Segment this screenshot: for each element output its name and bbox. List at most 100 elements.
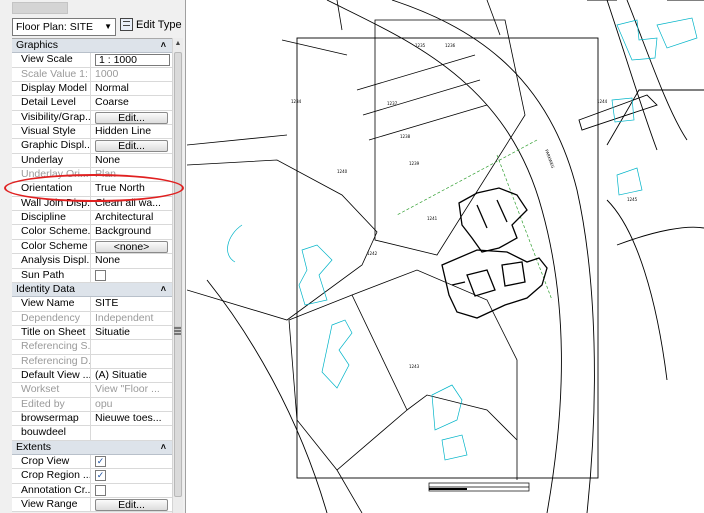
property-label: View Name <box>12 297 91 311</box>
property-label: Underlay <box>12 153 91 168</box>
property-label: Crop View <box>12 454 91 469</box>
property-value[interactable]: Edit... <box>92 139 172 153</box>
group-header-graphics[interactable]: Graphics ˄ <box>12 39 172 54</box>
grip-icon: ▬ ▬ ▬ <box>174 324 181 337</box>
edit-type-button[interactable]: Edit Type <box>120 18 182 36</box>
property-label: Detail Level <box>12 96 91 110</box>
property-value[interactable]: SITE <box>92 297 172 310</box>
property-label: Edited by <box>12 397 91 411</box>
property-value[interactable]: Edit... <box>92 111 172 124</box>
property-label: Title on Sheet <box>12 325 91 340</box>
collapse-chevron-icon[interactable]: ˄ <box>161 39 166 52</box>
crop-view-checkbox[interactable]: ✓ <box>95 455 106 467</box>
svg-text:1236: 1236 <box>445 43 456 48</box>
property-row-wall-join-disp: Wall Join Disp... Clean all wa... <box>12 196 172 212</box>
property-label: View Scale <box>12 53 91 67</box>
property-label: Scale Value 1: <box>12 67 91 82</box>
type-selector-value: Floor Plan: SITE <box>16 21 94 33</box>
property-value[interactable]: <none> <box>92 240 172 253</box>
property-row-color-scheme: Color Scheme... Background <box>12 225 172 240</box>
property-value[interactable]: Edit... <box>92 498 172 511</box>
color-scheme-button[interactable]: <none> <box>95 240 168 253</box>
properties-grid: Graphics ˄ View Scale 1 : 1000 Scale Value 1… <box>12 38 172 513</box>
property-row-referencing-d: Referencing D... <box>12 354 172 369</box>
property-value[interactable] <box>92 426 172 439</box>
group-header-identity-data[interactable]: Identity Data ˄ <box>12 282 172 298</box>
type-selector-dropdown[interactable]: Floor Plan: SITE ▼ <box>12 18 116 36</box>
svg-text:1240: 1240 <box>337 169 348 174</box>
property-row-view-name: View Name SITE <box>12 297 172 312</box>
group-header-extents[interactable]: Extents ˄ <box>12 440 172 455</box>
graphic-displ-button[interactable]: Edit... <box>95 140 168 153</box>
annotation-cr-checkbox[interactable] <box>95 484 106 496</box>
road-edges <box>206 0 704 513</box>
property-label: Graphic Displ... <box>12 139 91 153</box>
property-row-bouwdeel: bouwdeel <box>12 426 172 441</box>
property-value[interactable]: None <box>92 154 172 167</box>
property-label: Underlay Ori... <box>12 168 91 182</box>
property-value[interactable]: Background <box>92 225 172 238</box>
property-value[interactable]: Situatie <box>92 326 172 339</box>
property-value[interactable]: Nieuwe toes... <box>92 412 172 425</box>
site-plan-drawing: 1234 1235 1236 1237 1238 1239 1240 1241 … <box>187 0 704 513</box>
property-value[interactable]: Coarse <box>92 96 172 109</box>
svg-text:1243: 1243 <box>409 364 420 369</box>
property-value[interactable]: ✓ <box>92 455 172 468</box>
sun-path-checkbox[interactable] <box>95 269 106 281</box>
scroll-up-arrow-icon[interactable]: ▲ <box>173 38 183 50</box>
property-label: Orientation <box>12 182 91 196</box>
property-row-visibility-grap: Visibility/Grap... Edit... <box>12 110 172 126</box>
property-label: Visual Style <box>12 125 91 139</box>
svg-text:1237: 1237 <box>387 101 398 106</box>
property-label: Display Model <box>12 82 91 96</box>
property-row-underlay: Underlay None <box>12 153 172 169</box>
crop-region-checkbox[interactable]: ✓ <box>95 470 106 482</box>
property-value[interactable]: Clean all wa... <box>92 197 172 210</box>
scroll-thumb[interactable] <box>174 52 182 497</box>
svg-text:1242: 1242 <box>367 251 378 256</box>
property-value[interactable]: True North <box>92 182 172 195</box>
property-row-view-scale: View Scale 1 : 1000 <box>12 53 172 68</box>
property-label: View Range <box>12 498 91 512</box>
property-value: Independent <box>95 311 154 324</box>
property-row-dependency: Dependency Independent <box>12 311 172 326</box>
property-value[interactable]: 1 : 1000 <box>92 53 172 67</box>
property-value[interactable]: ✓ <box>92 469 172 482</box>
property-value[interactable] <box>92 484 172 497</box>
property-value[interactable]: None <box>92 254 172 267</box>
edit-type-icon <box>120 18 133 31</box>
property-value[interactable]: Normal <box>92 82 172 95</box>
property-row-sun-path: Sun Path <box>12 268 172 283</box>
property-row-scale-value-1: Scale Value 1: 1000 <box>12 67 172 83</box>
property-label: Sun Path <box>12 268 91 282</box>
property-value: 1000 <box>95 67 119 80</box>
property-row-default-view: Default View ... (A) Situatie <box>12 368 172 384</box>
collapse-chevron-icon[interactable]: ˄ <box>161 283 166 296</box>
property-value[interactable]: Architectural <box>92 211 172 224</box>
property-value <box>92 340 172 353</box>
property-label: Referencing D... <box>12 354 91 368</box>
svg-text:1239: 1239 <box>409 161 420 166</box>
property-label: Color Scheme... <box>12 225 91 239</box>
property-label: Default View ... <box>12 368 91 383</box>
property-value[interactable]: Hidden Line <box>92 125 172 138</box>
svg-text:1234: 1234 <box>291 99 302 104</box>
property-value[interactable] <box>92 269 172 282</box>
property-label: Wall Join Disp... <box>12 196 91 211</box>
property-value: opu <box>95 397 113 410</box>
property-row-underlay-ori: Underlay Ori... Plan <box>12 168 172 183</box>
property-row-color-scheme: Color Scheme <none> <box>12 239 172 255</box>
parcel-linework <box>187 0 526 513</box>
property-value[interactable]: (A) Situatie <box>92 369 172 382</box>
svg-text:1238: 1238 <box>400 134 411 139</box>
collapse-chevron-icon[interactable]: ˄ <box>161 441 166 454</box>
drawing-area[interactable]: 1234 1235 1236 1237 1238 1239 1240 1241 … <box>187 0 704 513</box>
edit-type-label: Edit Type <box>136 18 182 31</box>
view-range-button[interactable]: Edit... <box>95 499 168 511</box>
main-building <box>441 187 548 319</box>
visibility-grap-button[interactable]: Edit... <box>95 111 168 124</box>
properties-scrollbar[interactable]: ▲ ▬ ▬ ▬ <box>172 38 183 513</box>
property-row-graphic-displ: Graphic Displ... Edit... <box>12 139 172 154</box>
view-scale-input[interactable]: 1 : 1000 <box>95 54 170 67</box>
property-row-title-on-sheet: Title on Sheet Situatie <box>12 325 172 341</box>
